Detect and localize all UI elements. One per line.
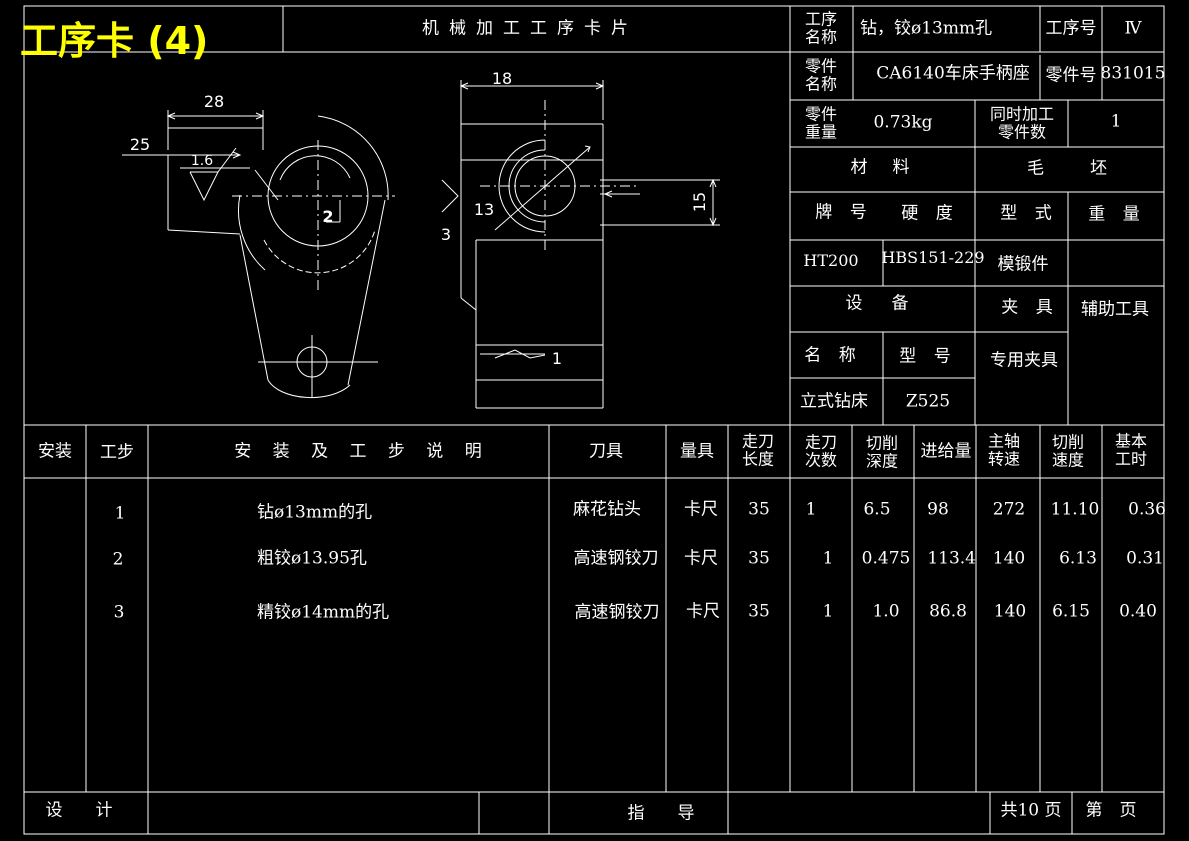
- eq-name-label: 名 称: [804, 345, 862, 366]
- row3-time: 0.40: [1119, 601, 1157, 622]
- row2-passes: 1: [822, 548, 834, 569]
- part-weight: 0.73kg: [873, 112, 933, 133]
- front-view: [122, 110, 395, 399]
- simul-value: 1: [1110, 111, 1122, 132]
- row3-length: 35: [748, 601, 770, 622]
- dim-15: 15: [690, 191, 709, 213]
- design-label: 设 计: [45, 800, 121, 821]
- part-no: 831015: [1100, 63, 1166, 84]
- simul-label: 同时加工 零件数: [989, 104, 1055, 142]
- callout-3: 3: [440, 225, 452, 244]
- row1-tool: 麻花钻头: [573, 499, 641, 520]
- row1-gauge: 卡尺: [684, 499, 718, 520]
- process-no-label: 工序号: [1045, 18, 1097, 39]
- part-name: CA6140车床手柄座: [876, 63, 1030, 84]
- row1-time: 0.36: [1128, 499, 1166, 520]
- fixture-value: 专用夹具: [990, 350, 1058, 371]
- row1-spindle: 272: [992, 499, 1026, 520]
- card-title: 机械加工工序卡片: [422, 18, 638, 39]
- material-label: 材 料: [850, 157, 914, 178]
- row3-speed: 6.15: [1052, 601, 1090, 622]
- row2-speed: 6.13: [1059, 548, 1097, 569]
- row1-speed: 11.10: [1050, 499, 1100, 520]
- row1-depth: 6.5: [863, 499, 891, 520]
- dim-13: 13: [473, 200, 495, 219]
- row2-length: 35: [748, 548, 770, 569]
- row2-depth: 0.475: [861, 548, 911, 569]
- row2-step: 2: [112, 549, 124, 570]
- blank-type-label: 型 式: [1000, 203, 1058, 224]
- process-name: 钻，铰ø13mm孔: [860, 18, 993, 39]
- eq-name: 立式钻床: [800, 391, 868, 412]
- dim-25: 25: [129, 135, 151, 154]
- row1-feed: 98: [927, 499, 949, 520]
- row3-gauge: 卡尺: [686, 601, 720, 622]
- aux-tool-label: 辅助工具: [1081, 299, 1149, 320]
- row3-desc: 精铰ø14mm的孔: [257, 602, 390, 623]
- row1-desc: 钻ø13mm的孔: [257, 502, 373, 523]
- row1-step: 1: [114, 503, 126, 524]
- grade-label: 牌 号: [815, 202, 873, 223]
- process-name-label: 工序 名称: [804, 9, 838, 47]
- col-description: 安 装 及 工 步 说 明: [234, 441, 490, 462]
- row1-passes: 1: [805, 499, 817, 520]
- col-tool: 刀具: [589, 441, 623, 462]
- eq-model: Z525: [905, 391, 951, 412]
- equipment-label: 设 备: [845, 293, 915, 314]
- blank-label: 毛 坯: [1027, 158, 1111, 179]
- row2-spindle: 140: [992, 548, 1026, 569]
- process-no: Ⅳ: [1124, 18, 1142, 39]
- fixture-label: 夹 具: [1001, 297, 1059, 318]
- dim-28: 28: [203, 92, 225, 111]
- part-no-label: 零件号: [1045, 65, 1097, 86]
- roughness-1-6: 1.6: [190, 153, 214, 169]
- dim-18: 18: [491, 69, 513, 88]
- col-install: 安装: [38, 441, 72, 462]
- row3-feed: 86.8: [929, 601, 967, 622]
- row1-length: 35: [748, 499, 770, 520]
- part-weight-label: 零件 重量: [804, 104, 838, 142]
- row3-passes: 1: [822, 601, 834, 622]
- row3-depth: 1.0: [872, 601, 900, 622]
- row2-desc: 粗铰ø13.95孔: [257, 548, 367, 569]
- col-gauge: 量具: [680, 441, 714, 462]
- row3-tool: 高速钢铰刀: [574, 602, 660, 623]
- callout-1: 1: [551, 349, 563, 368]
- eq-model-label: 型 号: [899, 346, 957, 367]
- blank-type-value: 模锻件: [997, 254, 1049, 275]
- guide-label: 指 导: [627, 803, 703, 824]
- total-pages: 共10 页: [1000, 800, 1062, 821]
- row3-step: 3: [113, 602, 125, 623]
- row3-spindle: 140: [993, 601, 1027, 622]
- row2-time: 0.31: [1126, 548, 1164, 569]
- side-view: [441, 80, 720, 409]
- col-passes: 走刀 次数: [804, 432, 838, 470]
- row2-feed: 113.4: [927, 548, 976, 569]
- col-feed: 进给量: [920, 441, 972, 462]
- callout-2: 2: [322, 207, 334, 226]
- row2-tool: 高速钢铰刀: [573, 548, 659, 569]
- overlay-title: 工序卡 (4): [20, 19, 209, 63]
- part-name-label: 零件 名称: [804, 56, 838, 94]
- col-spindle: 主轴 转速: [987, 431, 1021, 469]
- grade-value: HT200: [803, 251, 859, 270]
- hardness-label: 硬 度: [901, 203, 959, 224]
- col-feed-length: 走刀 长度: [741, 431, 775, 469]
- col-step: 工步: [100, 442, 134, 463]
- blank-weight-label: 重 量: [1088, 204, 1146, 225]
- page-label: 第 页: [1085, 800, 1137, 821]
- table-grid: [24, 424, 1164, 834]
- col-time: 基本 工时: [1114, 431, 1148, 469]
- col-depth: 切削 深度: [865, 433, 899, 471]
- col-speed: 切削 速度: [1051, 432, 1085, 470]
- hardness-value: HBS151-229: [881, 248, 985, 267]
- row2-gauge: 卡尺: [684, 548, 718, 569]
